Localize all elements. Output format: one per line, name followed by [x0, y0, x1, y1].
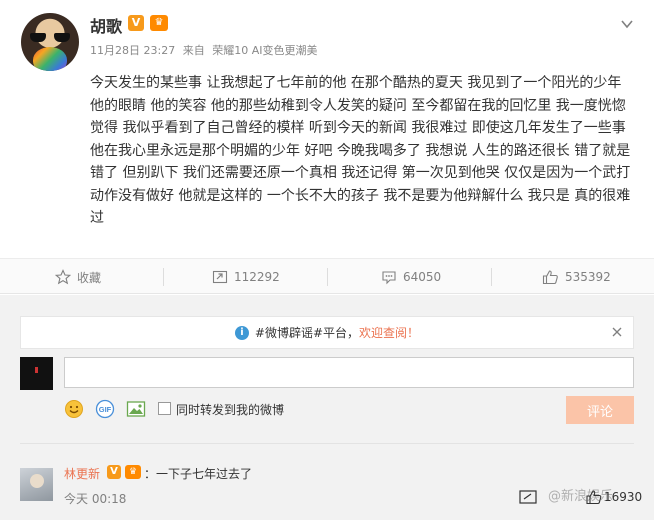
favorite-button[interactable]: 收藏 [55, 259, 101, 295]
avatar-sunglasses [30, 33, 70, 42]
chevron-down-icon[interactable] [620, 17, 634, 31]
weibo-post: 胡歌 V ♛ 11月28日 23:27 来自 荣耀10 AI变色更潮美 今天发生… [0, 0, 654, 258]
thumbs-up-icon [542, 270, 558, 285]
action-divider [491, 268, 492, 286]
action-divider [327, 268, 328, 286]
image-icon[interactable] [126, 399, 146, 419]
action-divider [163, 268, 164, 286]
comment-input[interactable] [64, 357, 634, 388]
author-name[interactable]: 胡歌 [90, 13, 122, 37]
member-crown-icon: ♛ [125, 465, 141, 479]
repost-icon [212, 270, 228, 284]
comment-time: 今天 00:18 [64, 492, 127, 506]
my-avatar[interactable] [20, 357, 53, 390]
share-icon[interactable] [519, 489, 537, 505]
comment-count: 64050 [403, 270, 442, 284]
notice-link[interactable]: 欢迎查阅！ [359, 324, 419, 341]
forward-label: 同时转发到我的微博 [176, 403, 285, 417]
post-action-bar: 收藏 112292 64050 535392 [0, 258, 654, 294]
comment-like-count: 16930 [604, 490, 643, 504]
post-time[interactable]: 11月28日 23:27 [90, 44, 175, 57]
comment-icon [382, 271, 396, 285]
forward-checkbox[interactable] [158, 402, 171, 415]
comment-text: ：一下子七年过去了 [144, 467, 253, 481]
comment-button[interactable]: 64050 [381, 259, 441, 295]
verified-badge-icon: V [107, 465, 121, 479]
submit-comment-button[interactable]: 评论 [566, 396, 634, 424]
comment-section: i #微博辟谣#平台， 欢迎查阅！ GIF 同时转发到我的微博 评论 林更新 V… [0, 295, 654, 520]
author-avatar[interactable] [21, 13, 79, 71]
verified-badge-icon: V [128, 15, 144, 31]
post-content: 今天发生的某些事 让我想起了七年前的他 在那个酷热的夏天 我见到了一个阳光的少年… [90, 75, 631, 226]
post-device[interactable]: 荣耀10 AI变色更潮美 [212, 44, 317, 57]
emoji-icon[interactable] [64, 399, 84, 419]
svg-text:GIF: GIF [99, 405, 112, 414]
divider [20, 443, 634, 444]
commenter-name[interactable]: 林更新 [64, 465, 100, 482]
favorite-label: 收藏 [77, 270, 102, 285]
commenter-avatar[interactable] [20, 468, 53, 501]
avatar-beard [33, 47, 67, 71]
gif-icon[interactable]: GIF [95, 399, 115, 419]
like-count: 535392 [565, 270, 611, 284]
notice-text: #微博辟谣#平台， [254, 326, 360, 340]
repost-button[interactable]: 112292 [212, 259, 280, 295]
star-icon [55, 269, 71, 285]
close-icon[interactable] [611, 326, 623, 338]
thumbs-up-icon[interactable] [586, 489, 602, 505]
member-crown-icon: ♛ [150, 15, 168, 31]
info-icon: i [234, 325, 249, 340]
repost-count: 112292 [234, 270, 280, 284]
via-label: 来自 [182, 44, 205, 57]
rumor-notice: i #微博辟谣#平台， 欢迎查阅！ [20, 316, 634, 349]
post-meta: 11月28日 23:27 来自 荣耀10 AI变色更潮美 [90, 42, 321, 58]
like-button[interactable]: 535392 [542, 259, 611, 295]
